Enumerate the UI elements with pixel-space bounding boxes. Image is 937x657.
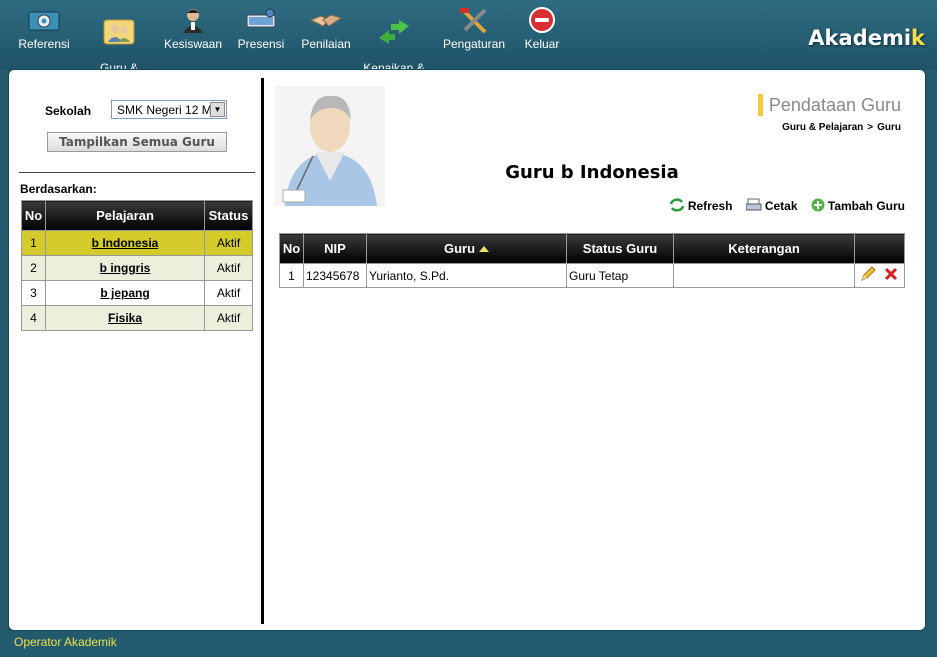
gear-icon <box>28 11 60 31</box>
nav-label: Pengaturan <box>442 37 506 51</box>
col-header-no: No <box>21 200 46 231</box>
show-all-teachers-button[interactable]: Tampilkan Semua Guru <box>47 132 227 152</box>
nav-presensi[interactable]: Presensi <box>234 6 288 50</box>
teacher-avatar-icon <box>275 86 385 206</box>
refresh-label: Refresh <box>687 199 733 213</box>
attendance-icon <box>246 8 276 28</box>
nav-label: Presensi <box>237 37 285 51</box>
refresh-button[interactable]: Refresh <box>669 198 736 213</box>
nav-label: Kesiswaan <box>163 37 223 51</box>
vertical-divider <box>261 78 264 624</box>
nav-pengaturan[interactable]: Pengaturan <box>440 6 508 50</box>
col-header-pelajaran: Pelajaran <box>45 200 205 231</box>
nav-label: Referensi <box>18 37 70 51</box>
subject-link[interactable]: b inggris <box>45 255 205 281</box>
main-panel: Sekolah SMK Negeri 12 M ▼ Tampilkan Semu… <box>8 69 926 631</box>
nav-referensi[interactable]: Referensi <box>16 6 72 50</box>
subject-link[interactable]: b Indonesia <box>45 230 205 256</box>
add-teacher-button[interactable]: Tambah Guru <box>811 198 905 213</box>
row-no: 2 <box>21 255 46 281</box>
col-header-status: Status <box>204 200 253 231</box>
col-header-guru[interactable]: Guru <box>366 233 567 264</box>
nav-penilaian[interactable]: Penilaian <box>298 6 354 50</box>
col-header-actions <box>854 233 905 264</box>
tools-icon <box>460 8 487 34</box>
print-button[interactable]: Cetak <box>745 198 801 213</box>
page-title: Pendataan Guru <box>757 94 901 116</box>
table-row: 1 12345678 Yurianto, S.Pd. Guru Tetap <box>279 263 905 288</box>
delete-icon[interactable] <box>883 266 899 282</box>
app-brand: Akademik <box>808 26 925 50</box>
sort-ascending-icon <box>479 246 490 252</box>
col-header-guru-label: Guru <box>443 241 476 256</box>
row-keterangan <box>673 263 855 288</box>
breadcrumb-item[interactable]: Guru & Pelajaran <box>782 122 863 133</box>
nav-keluar[interactable]: Keluar <box>518 6 566 50</box>
print-icon <box>745 198 762 211</box>
action-bar: Refresh Cetak Tambah Guru <box>659 198 905 213</box>
row-status-guru: Guru Tetap <box>566 263 674 288</box>
row-guru: Yurianto, S.Pd. <box>366 263 567 288</box>
nav-kesiswaan[interactable]: Kesiswaan <box>160 6 226 50</box>
divider <box>19 172 255 173</box>
subject-link[interactable]: Fisika <box>45 305 205 331</box>
breadcrumb-separator: > <box>867 122 874 133</box>
col-header-no: No <box>279 233 304 264</box>
sekolah-label: Sekolah <box>45 104 92 118</box>
handshake-icon <box>309 14 343 27</box>
add-icon <box>811 198 825 212</box>
sekolah-select-value: SMK Negeri 12 M <box>117 103 212 117</box>
top-navigation-bar: Referensi Guru & Pelajaran Kesiswaan Pre… <box>0 0 937 86</box>
berdasarkan-label: Berdasarkan: <box>20 182 97 196</box>
table-row[interactable]: 3 b jepang Aktif <box>21 280 253 306</box>
row-status: Aktif <box>204 230 253 256</box>
row-no: 1 <box>21 230 46 256</box>
footer-operator-label: Operator Akademik <box>14 635 117 649</box>
row-no: 3 <box>21 280 46 306</box>
breadcrumb: Guru & Pelajaran > Guru <box>782 122 901 133</box>
section-heading: Guru b Indonesia <box>505 162 679 183</box>
table-row[interactable]: 1 b Indonesia Aktif <box>21 230 253 256</box>
table-row[interactable]: 2 b inggris Aktif <box>21 255 253 281</box>
col-header-nip[interactable]: NIP <box>303 233 367 264</box>
subject-table: No Pelajaran Status 1 b Indonesia Aktif … <box>21 200 253 331</box>
teachers-icon <box>103 19 135 45</box>
row-status: Aktif <box>204 255 253 281</box>
row-no: 4 <box>21 305 46 331</box>
row-actions <box>854 263 905 288</box>
chevron-down-icon[interactable]: ▼ <box>210 102 225 117</box>
student-icon <box>183 9 203 33</box>
print-label: Cetak <box>764 199 798 213</box>
nav-label: Penilaian <box>301 37 351 51</box>
sekolah-select[interactable]: SMK Negeri 12 M ▼ <box>111 100 227 119</box>
breadcrumb-item[interactable]: Guru <box>877 122 901 133</box>
table-row[interactable]: 4 Fisika Aktif <box>21 305 253 331</box>
edit-pencil-icon[interactable] <box>860 266 876 282</box>
teacher-table: No NIP Guru Status Guru Keterangan 1 123… <box>279 233 905 288</box>
refresh-icon <box>669 198 685 212</box>
subject-link[interactable]: b jepang <box>45 280 205 306</box>
add-teacher-label: Tambah Guru <box>827 199 905 213</box>
row-no: 1 <box>279 263 304 288</box>
row-nip: 12345678 <box>303 263 367 288</box>
row-status: Aktif <box>204 305 253 331</box>
nav-label: Keluar <box>524 37 560 51</box>
promotion-arrows-icon <box>379 20 409 44</box>
col-header-status-guru[interactable]: Status Guru <box>566 233 674 264</box>
col-header-keterangan[interactable]: Keterangan <box>673 233 855 264</box>
power-icon <box>529 7 555 33</box>
row-status: Aktif <box>204 280 253 306</box>
